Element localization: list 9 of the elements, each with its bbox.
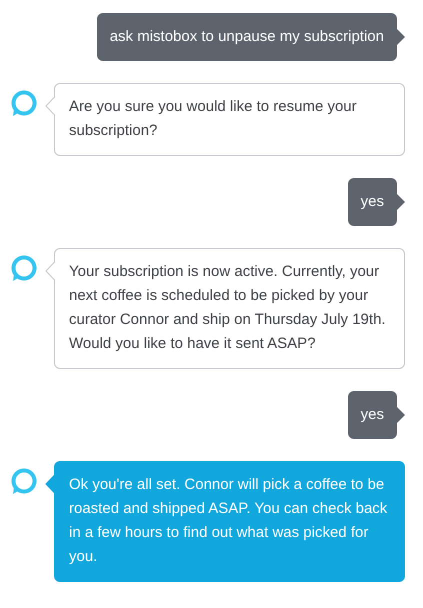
assistant-message: Ok you're all set. Connor will pick a coffee to be roasted and shipped ASAP. You can check back in a few hours to find out what was picked for you. [54,461,405,582]
user-message: ask mistobox to unpause my subscription [96,13,397,61]
speech-tail [397,194,405,210]
user-message: yes [348,391,397,439]
assistant-message: Are you sure you would like to resume your subscription? [54,83,405,156]
speech-tail [397,29,405,45]
assistant-message: Your subscription is now active. Currently, your next coffee is scheduled to be picked by your curator Connor and ship on Thursday July 19th. Would you like to have it sent ASAP? [54,248,405,369]
speech-tail [397,407,405,423]
user-message: yes [348,178,397,226]
